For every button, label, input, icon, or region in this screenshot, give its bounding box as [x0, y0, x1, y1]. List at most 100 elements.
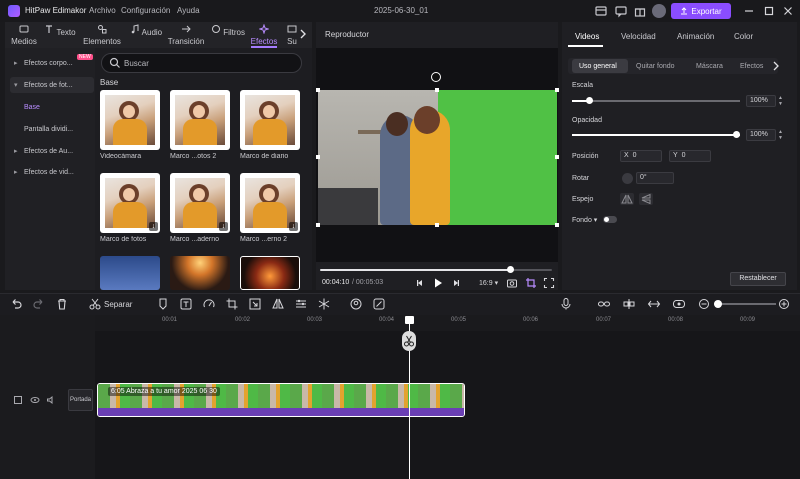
- speed-icon[interactable]: [202, 297, 216, 311]
- crop-tool-icon[interactable]: [225, 297, 239, 311]
- ai-tool-icon[interactable]: [372, 297, 386, 311]
- text-tool-icon[interactable]: [179, 297, 193, 311]
- minimize-icon[interactable]: [742, 4, 756, 18]
- rotate-handle-icon[interactable]: [431, 72, 441, 82]
- split-label[interactable]: Separar: [104, 300, 132, 309]
- flip-icon[interactable]: [271, 297, 285, 311]
- export-button[interactable]: Exportar: [671, 3, 731, 19]
- resize-handle[interactable]: [316, 155, 320, 159]
- tab-animacion[interactable]: Animación: [677, 32, 714, 41]
- download-icon[interactable]: ↓: [149, 222, 158, 231]
- zoom-in-icon[interactable]: [777, 297, 791, 311]
- resize-handle[interactable]: [316, 223, 320, 227]
- playback-progress-knob[interactable]: [507, 266, 514, 273]
- maximize-icon[interactable]: [762, 4, 776, 18]
- resize-handle[interactable]: [316, 88, 320, 92]
- video-preview[interactable]: [318, 90, 557, 225]
- tabs-scroll-right-icon[interactable]: [297, 28, 309, 40]
- subtab-efectos[interactable]: Efectos: [740, 63, 763, 70]
- resize-handle[interactable]: [555, 155, 559, 159]
- effect-thumbnail-marco-cuaderno-2[interactable]: ↓: [240, 173, 300, 233]
- search-input[interactable]: [124, 57, 294, 69]
- effect-thumbnail-row3-2[interactable]: [170, 256, 230, 290]
- face-icon[interactable]: [349, 297, 363, 311]
- scissors-icon[interactable]: [88, 297, 102, 311]
- tab-filtros[interactable]: Filtros: [209, 24, 247, 48]
- zoom-slider-track[interactable]: [714, 303, 776, 305]
- tab-medios[interactable]: Medios: [5, 24, 43, 48]
- timeline-ruler[interactable]: [95, 315, 800, 331]
- effect-thumbnail-marco-fotos-2[interactable]: [170, 90, 230, 150]
- mirror-vertical-icon[interactable]: [639, 193, 653, 205]
- sidebar-subitem-pantalla-dividida[interactable]: Pantalla dividi...: [5, 121, 89, 137]
- sidebar-subitem-base[interactable]: Base: [5, 99, 89, 115]
- menu-archivo[interactable]: Archivo: [89, 6, 116, 15]
- resize-handle[interactable]: [435, 88, 439, 92]
- microphone-icon[interactable]: [559, 297, 573, 311]
- menu-configuracion[interactable]: Configuración: [121, 6, 170, 15]
- position-x-input[interactable]: X 0: [620, 150, 662, 162]
- download-icon[interactable]: ↓: [289, 222, 298, 231]
- play-icon[interactable]: [431, 276, 445, 290]
- tab-videos[interactable]: Videos: [575, 32, 599, 41]
- scale-slider-knob[interactable]: [586, 97, 593, 104]
- marker-icon[interactable]: [156, 297, 170, 311]
- tab-velocidad[interactable]: Velocidad: [621, 32, 656, 41]
- menu-ayuda[interactable]: Ayuda: [177, 6, 200, 15]
- scale-stepper-icon[interactable]: ▲ ▼: [778, 95, 783, 107]
- snap-icon[interactable]: [647, 297, 661, 311]
- preview-track-icon[interactable]: [672, 297, 686, 311]
- sidebar-item-efectos-de-audio[interactable]: ▸ Efectos de Au...: [10, 143, 94, 159]
- opacity-value-input[interactable]: 100%: [746, 129, 776, 141]
- tab-texto[interactable]: Texto: [41, 24, 79, 48]
- undo-icon[interactable]: [9, 297, 23, 311]
- position-y-input[interactable]: Y 0: [669, 150, 711, 162]
- link-icon[interactable]: [597, 297, 611, 311]
- effect-thumbnail-marco-cuaderno[interactable]: ↓: [170, 173, 230, 233]
- tab-efectos[interactable]: Efectos: [245, 23, 283, 48]
- effect-thumbnail-marco-diario[interactable]: [240, 90, 300, 150]
- effect-thumbnail-row3-1[interactable]: [100, 256, 160, 290]
- scale-value-input[interactable]: 100%: [746, 95, 776, 107]
- rotate-value-input[interactable]: 0°: [636, 172, 674, 184]
- effect-thumbnail-videocamara[interactable]: [100, 90, 160, 150]
- fullscreen-icon[interactable]: [543, 277, 555, 289]
- zoom-slider-knob[interactable]: [714, 300, 722, 308]
- tab-elementos[interactable]: Elementos: [81, 24, 123, 48]
- gift-icon[interactable]: [633, 4, 647, 18]
- freeze-icon[interactable]: [317, 297, 331, 311]
- message-icon[interactable]: [614, 4, 628, 18]
- redo-icon[interactable]: [32, 297, 46, 311]
- download-icon[interactable]: ↓: [219, 222, 228, 231]
- rotate-dial-icon[interactable]: [622, 173, 633, 184]
- snapshot-icon[interactable]: [506, 277, 518, 289]
- playhead-split-icon[interactable]: [402, 331, 416, 351]
- delete-icon[interactable]: [55, 297, 69, 311]
- mirror-horizontal-icon[interactable]: [620, 193, 634, 205]
- zoom-out-icon[interactable]: [697, 297, 711, 311]
- resize-handle[interactable]: [435, 223, 439, 227]
- subtab-uso-general[interactable]: Uso general: [579, 63, 617, 70]
- opacity-stepper-icon[interactable]: ▲ ▼: [778, 129, 783, 141]
- tab-color[interactable]: Color: [734, 32, 753, 41]
- audio-adjust-icon[interactable]: [294, 297, 308, 311]
- playback-progress-played[interactable]: [320, 269, 510, 271]
- resize-handle[interactable]: [555, 223, 559, 227]
- subtab-quitar-fondo[interactable]: Quitar fondo: [636, 63, 675, 70]
- avatar[interactable]: [652, 4, 666, 18]
- track-mute-icon[interactable]: [46, 395, 56, 405]
- tab-transicion[interactable]: Transición: [165, 24, 207, 48]
- subtabs-scroll-right-icon[interactable]: [771, 60, 781, 72]
- reset-button[interactable]: Restablecer: [730, 272, 786, 286]
- track-visibility-icon[interactable]: [30, 395, 40, 405]
- close-icon[interactable]: [781, 4, 795, 18]
- playback-progress-remaining[interactable]: [510, 269, 552, 271]
- scale-slider-track[interactable]: [572, 100, 740, 102]
- sidebar-item-efectos-de-video[interactable]: ▸ Efectos de vid...: [10, 164, 94, 180]
- subtab-mascara[interactable]: Máscara: [696, 63, 723, 70]
- layout-icon[interactable]: [594, 4, 608, 18]
- aspect-ratio-select[interactable]: 16:9 ▾: [479, 279, 498, 287]
- cover-thumbnail[interactable]: Portada: [68, 389, 93, 411]
- split-audio-icon[interactable]: [622, 297, 636, 311]
- effect-thumbnail-marco-fotos[interactable]: ↓: [100, 173, 160, 233]
